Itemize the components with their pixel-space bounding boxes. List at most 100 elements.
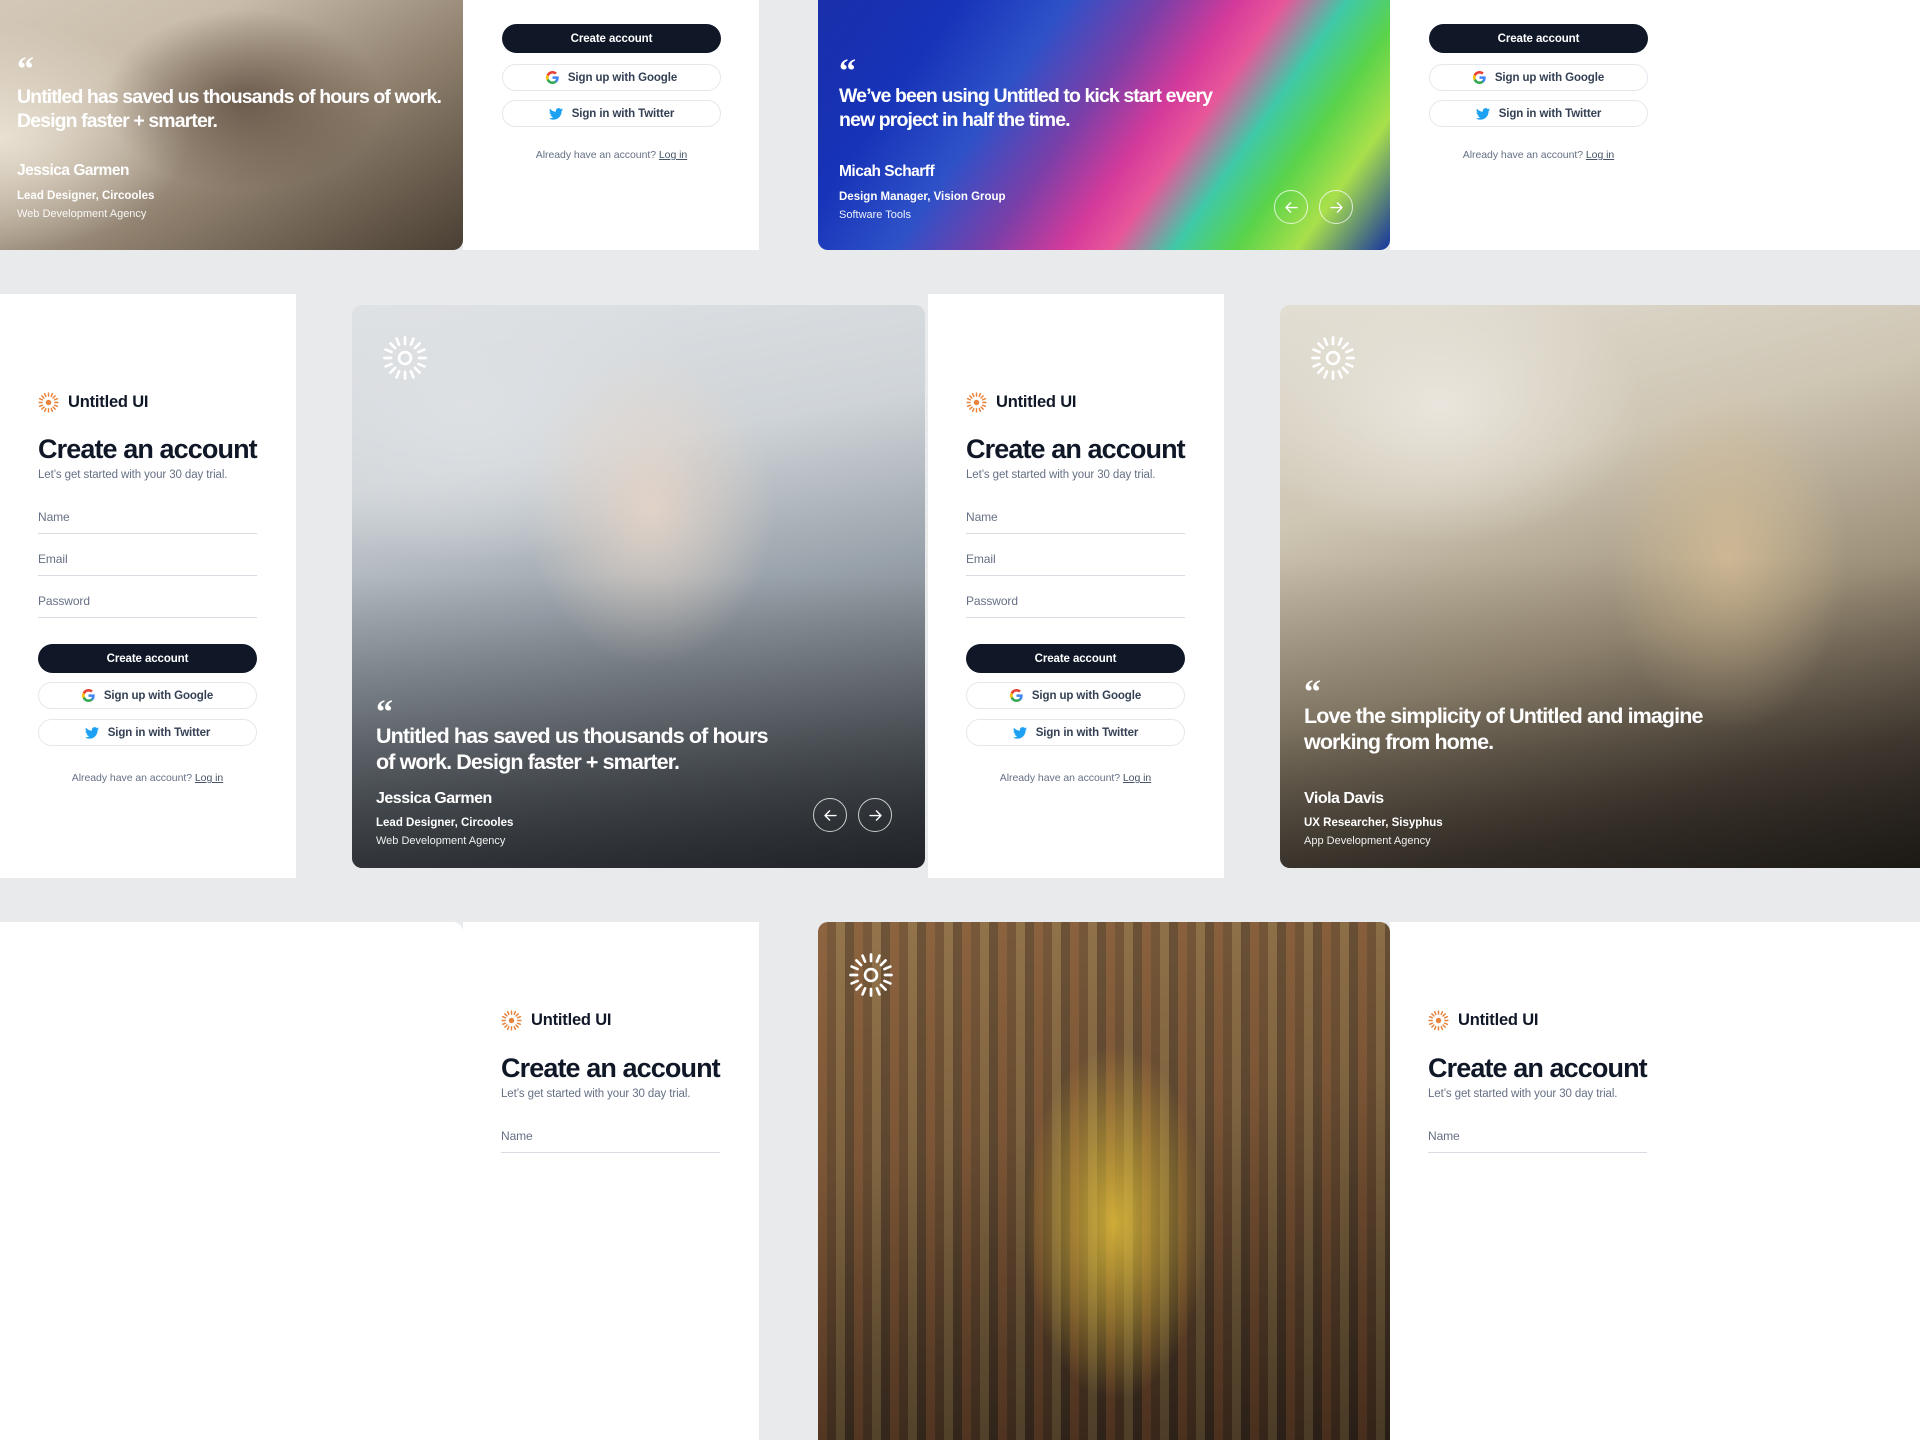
create-account-button[interactable]: Create account (966, 644, 1185, 673)
twitter-icon (548, 107, 563, 120)
quote-mark-icon: “ (17, 51, 34, 88)
google-icon (81, 689, 95, 702)
carousel-nav-row2-center (813, 798, 892, 832)
login-link[interactable]: Log in (1586, 149, 1614, 161)
name-field[interactable]: Name (1428, 1129, 1647, 1153)
twitter-icon (1475, 107, 1490, 120)
brand-logo: Untitled UI (38, 392, 148, 413)
signup-card-row1-left: Create account Sign up with Google Sign … (463, 0, 759, 250)
google-icon (1009, 689, 1023, 702)
arrow-right-icon (1329, 201, 1343, 213)
testimonial-author-company: Software Tools (839, 209, 911, 221)
testimonial-card-row2-right: “ Love the simplicity of Untitled and im… (1280, 305, 1920, 868)
testimonial-quote: Untitled has saved us thousands of hours… (17, 86, 442, 132)
twitter-signin-button[interactable]: Sign in with Twitter (502, 100, 721, 127)
signup-card-row2-right: Untitled UI Create an account Let’s get … (928, 294, 1224, 878)
page-title: Create an account (501, 1053, 721, 1083)
testimonial-card-row3-center (818, 922, 1390, 1440)
sun-burst-logo-icon (501, 1010, 522, 1031)
sun-burst-logo-icon (1428, 1010, 1449, 1031)
sun-burst-logo-icon (38, 392, 59, 413)
arrow-left-icon (823, 809, 837, 821)
password-field-label: Password (38, 594, 90, 608)
google-signup-label: Sign up with Google (567, 71, 678, 84)
google-signup-button[interactable]: Sign up with Google (38, 682, 257, 709)
google-signup-label: Sign up with Google (1494, 71, 1605, 84)
testimonial-author-company: App Development Agency (1304, 835, 1431, 847)
email-field[interactable]: Email (38, 552, 257, 576)
testimonial-author-company: Web Development Agency (17, 208, 147, 220)
brand-logo: Untitled UI (501, 1010, 611, 1031)
carousel-prev-button[interactable] (1274, 190, 1308, 224)
password-field[interactable]: Password (966, 594, 1185, 618)
brand-name: Untitled UI (68, 393, 149, 411)
email-field-label: Email (38, 552, 68, 566)
twitter-signin-label: Sign in with Twitter (571, 107, 675, 120)
testimonial-author-role: Lead Designer, Circooles (17, 190, 155, 202)
login-link[interactable]: Log in (195, 772, 223, 784)
name-field-label: Name (966, 510, 998, 524)
testimonial-quote: We’ve been using Untitled to kick start … (839, 85, 1213, 131)
testimonial-author-company: Web Development Agency (376, 835, 506, 847)
email-field-label: Email (966, 552, 996, 566)
password-field[interactable]: Password (38, 594, 257, 618)
twitter-signin-button[interactable]: Sign in with Twitter (966, 719, 1185, 746)
google-signup-label: Sign up with Google (1031, 689, 1142, 702)
twitter-signin-button[interactable]: Sign in with Twitter (38, 719, 257, 746)
testimonial-author-name: Micah Scharff (839, 163, 935, 180)
testimonial-card-row1-left: “ Untitled has saved us thousands of hou… (0, 0, 463, 250)
login-footnote-text: Already have an account? (1462, 149, 1584, 161)
design-showcase-canvas: “ Untitled has saved us thousands of hou… (0, 0, 1920, 1440)
google-signup-button[interactable]: Sign up with Google (502, 64, 721, 91)
twitter-signin-label: Sign in with Twitter (1498, 107, 1602, 120)
testimonial-author-name: Jessica Garmen (376, 790, 492, 807)
page-subtitle: Let’s get started with your 30 day trial… (966, 469, 1156, 481)
login-footnote: Already have an account? Log in (966, 772, 1185, 784)
testimonial-card-row1-center: “ We’ve been using Untitled to kick star… (818, 0, 1390, 250)
create-account-button[interactable]: Create account (38, 644, 257, 673)
sun-burst-logo-icon (966, 392, 987, 413)
brand-name: Untitled UI (996, 393, 1077, 411)
testimonial-author-role: UX Researcher, Sisyphus (1304, 817, 1443, 829)
testimonial-author-name: Viola Davis (1304, 790, 1384, 807)
testimonial-quote: Love the simplicity of Untitled and imag… (1304, 704, 1703, 755)
carousel-next-button[interactable] (1319, 190, 1353, 224)
twitter-signin-button[interactable]: Sign in with Twitter (1429, 100, 1648, 127)
login-link[interactable]: Log in (1123, 772, 1151, 784)
signup-card-row3-right: Untitled UI Create an account Let’s get … (1390, 922, 1920, 1440)
arrow-left-icon (1284, 201, 1298, 213)
create-account-button[interactable]: Create account (1429, 24, 1648, 53)
page-subtitle: Let’s get started with your 30 day trial… (501, 1088, 691, 1100)
login-footnote: Already have an account? Log in (1429, 149, 1648, 161)
testimonial-author-role: Design Manager, Vision Group (839, 191, 1006, 203)
login-footnote-text: Already have an account? (535, 149, 657, 161)
twitter-signin-label: Sign in with Twitter (1035, 726, 1139, 739)
signup-card-row2-left: Untitled UI Create an account Let’s get … (0, 294, 296, 878)
carousel-prev-button[interactable] (813, 798, 847, 832)
brand-logo: Untitled UI (1428, 1010, 1538, 1031)
google-icon (545, 71, 559, 84)
page-title: Create an account (1428, 1053, 1648, 1083)
testimonial-card-row2-center: “ Untitled has saved us thousands of hou… (352, 305, 925, 868)
name-field-label: Name (1428, 1129, 1460, 1143)
login-footnote: Already have an account? Log in (38, 772, 257, 784)
google-icon (1472, 71, 1486, 84)
twitter-icon (1012, 726, 1027, 739)
google-signup-button[interactable]: Sign up with Google (1429, 64, 1648, 91)
name-field-label: Name (38, 510, 70, 524)
google-signup-button[interactable]: Sign up with Google (966, 682, 1185, 709)
twitter-signin-label: Sign in with Twitter (107, 726, 211, 739)
twitter-icon (84, 726, 99, 739)
login-link[interactable]: Log in (659, 149, 687, 161)
email-field[interactable]: Email (966, 552, 1185, 576)
create-account-button[interactable]: Create account (502, 24, 721, 53)
login-footnote-text: Already have an account? (71, 772, 193, 784)
name-field[interactable]: Name (966, 510, 1185, 534)
testimonial-quote: Untitled has saved us thousands of hours… (376, 724, 769, 775)
signup-card-row3-left: Untitled UI Create an account Let’s get … (463, 922, 759, 1440)
carousel-next-button[interactable] (858, 798, 892, 832)
name-field[interactable]: Name (501, 1129, 720, 1153)
name-field[interactable]: Name (38, 510, 257, 534)
page-subtitle: Let’s get started with your 30 day trial… (38, 469, 228, 481)
carousel-nav-row1-center (1274, 190, 1353, 224)
